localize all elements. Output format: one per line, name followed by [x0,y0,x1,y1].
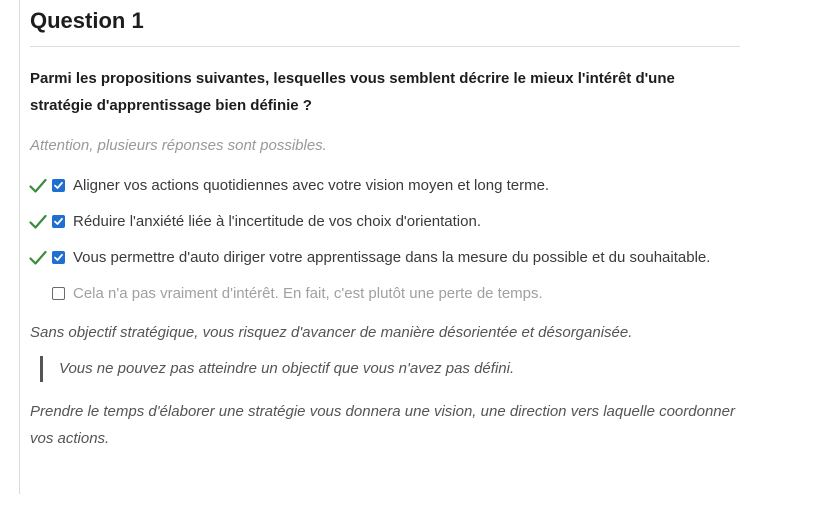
question-title: Question 1 [30,0,740,47]
feedback-text-1: Sans objectif stratégique, vous risquez … [30,324,633,341]
answer-checkbox-4[interactable] [52,287,65,300]
question-panel: Question 1 Parmi les propositions suivan… [29,0,740,452]
answer-option-3: Vous permettre d'auto diriger votre appr… [29,244,713,271]
answer-options: Aligner vos actions quotidiennes avec vo… [29,172,740,307]
answer-label-4: Cela n'a pas vraiment d'intérêt. En fait… [73,285,543,302]
answer-checkbox-3[interactable] [52,251,65,264]
correct-check-icon [29,250,47,265]
left-border-rule [19,0,20,494]
feedback-quote: Vous ne pouvez pas atteindre un objectif… [40,356,740,382]
checkbox-tick-icon [54,181,63,189]
checkbox-tick-icon [54,217,63,225]
correct-check-icon [29,214,47,229]
answer-label-3: Vous permettre d'auto diriger votre appr… [73,249,711,266]
checkbox-tick-icon [54,253,63,261]
question-text: Parmi les propositions suivantes, lesque… [30,70,675,114]
answer-checkbox-1[interactable] [52,179,65,192]
correct-check-icon [29,178,47,193]
question-hint: Attention, plusieurs réponses sont possi… [30,137,327,154]
answer-option-2: Réduire l'anxiété liée à l'incertitude d… [29,208,713,235]
feedback-text-2: Prendre le temps d'élaborer une stratégi… [30,403,735,447]
answer-checkbox-2[interactable] [52,215,65,228]
answer-label-2: Réduire l'anxiété liée à l'incertitude d… [73,213,481,230]
answer-option-4: Cela n'a pas vraiment d'intérêt. En fait… [30,280,713,307]
answer-label-1: Aligner vos actions quotidiennes avec vo… [73,177,550,194]
answer-option-1: Aligner vos actions quotidiennes avec vo… [29,172,713,199]
